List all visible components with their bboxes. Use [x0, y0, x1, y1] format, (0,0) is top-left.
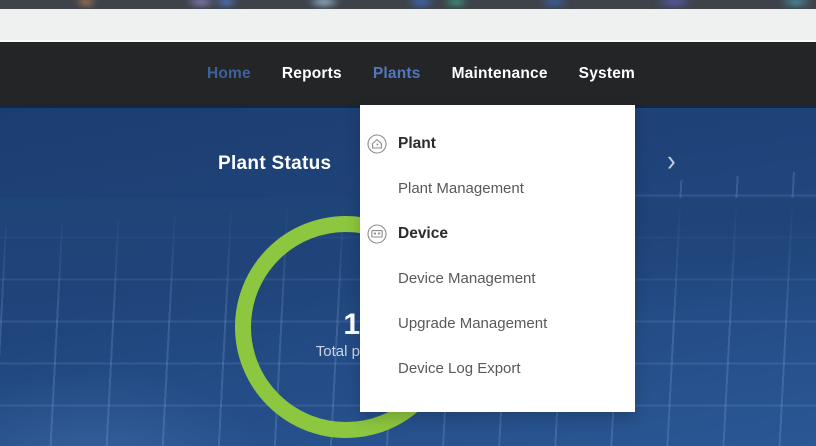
menu-item-label: Device Log Export [360, 360, 521, 377]
chevron-right-icon[interactable]: › [667, 145, 676, 175]
menu-item-label: Plant Management [360, 180, 524, 197]
browser-toolbar-area [0, 9, 816, 42]
menu-header-plant[interactable]: Plant [360, 121, 635, 166]
main-nav: Home Reports Plants Maintenance System [0, 42, 816, 105]
nav-item-system[interactable]: System [579, 65, 635, 83]
nav-item-plants[interactable]: Plants [373, 65, 421, 83]
nav-item-maintenance[interactable]: Maintenance [452, 65, 548, 83]
menu-item-label: Device Management [360, 270, 536, 287]
menu-header-label: Device [398, 225, 448, 243]
menu-item-device-log-export[interactable]: Device Log Export [360, 346, 635, 391]
menu-item-label: Upgrade Management [360, 315, 547, 332]
browser-tab-blur [0, 0, 816, 9]
plant-icon [367, 134, 387, 154]
nav-item-home[interactable]: Home [207, 65, 251, 83]
nav-item-reports[interactable]: Reports [282, 65, 342, 83]
total-plants-value: 1 [316, 309, 360, 341]
plant-status-title: Plant Status [218, 153, 331, 175]
menu-item-upgrade-management[interactable]: Upgrade Management [360, 301, 635, 346]
menu-item-plant-management[interactable]: Plant Management [360, 166, 635, 211]
browser-top-strip [0, 0, 816, 9]
app-screen: Home Reports Plants Maintenance System P… [0, 0, 816, 446]
plants-dropdown-menu: Plant Plant Management Device Device Man… [360, 105, 635, 412]
device-icon [367, 224, 387, 244]
plant-status-stat: 1 Total p [316, 309, 360, 360]
menu-header-device[interactable]: Device [360, 211, 635, 256]
menu-header-label: Plant [398, 135, 436, 153]
menu-item-device-management[interactable]: Device Management [360, 256, 635, 301]
total-plants-label: Total p [316, 343, 360, 360]
